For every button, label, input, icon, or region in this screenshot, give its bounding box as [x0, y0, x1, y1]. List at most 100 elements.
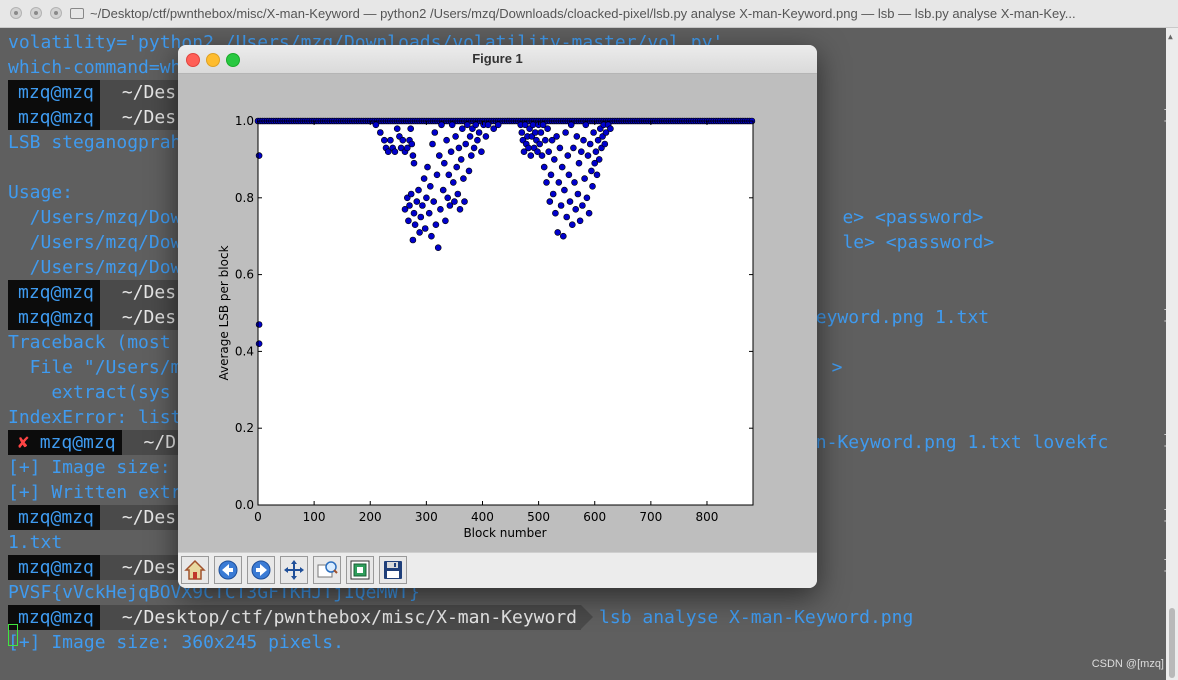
prompt-user: mzq@mzq — [8, 80, 112, 105]
forward-button[interactable] — [247, 556, 275, 584]
data-point — [546, 198, 554, 205]
data-point — [407, 190, 415, 198]
data-point — [554, 229, 562, 236]
subplots-button[interactable] — [346, 556, 374, 584]
terminal-prompt: mzq@mzq ~/Des — [8, 280, 193, 305]
zoom-rect-icon — [317, 561, 338, 578]
zoom-rect-button[interactable] — [313, 556, 341, 584]
scatter-chart: 0 100 200 300 400 500 600 700 800 0.0 0.2 0.4 0.6 0.8… — [217, 114, 756, 540]
prompt-path: ~/Des — [99, 280, 193, 305]
terminal-prompt: mzq@mzq ~/Des — [8, 105, 193, 130]
data-point — [410, 159, 418, 167]
data-point — [391, 148, 399, 155]
plot-area — [258, 121, 753, 505]
data-point — [484, 121, 492, 129]
data-point — [583, 194, 591, 202]
terminal-cursor — [8, 624, 18, 646]
data-point — [460, 175, 467, 182]
prompt-user: mzq@mzq — [8, 555, 112, 580]
y-tick-label: 1.0 — [235, 114, 254, 128]
prompt-path: ~/D — [121, 430, 192, 455]
terminal-line: extract(sys — [8, 382, 171, 403]
data-point — [580, 136, 587, 144]
x-tick-label: 600 — [583, 510, 606, 524]
data-point — [444, 194, 452, 202]
data-point — [573, 133, 581, 140]
data-point — [451, 198, 458, 205]
data-point — [430, 198, 437, 205]
data-point — [529, 121, 537, 129]
data-point — [581, 175, 588, 182]
data-point — [588, 167, 595, 175]
data-point — [556, 144, 564, 152]
x-tick-label: 100 — [303, 510, 326, 524]
data-point — [575, 159, 583, 167]
back-arrow-icon — [218, 560, 238, 580]
data-point — [482, 133, 490, 140]
data-point — [255, 340, 263, 348]
save-floppy-icon — [384, 561, 402, 579]
data-point — [571, 179, 578, 186]
data-point — [559, 232, 567, 240]
y-tick-label: 0.2 — [235, 421, 254, 435]
figure-window-title: Figure 1 — [472, 51, 523, 66]
data-point — [590, 129, 597, 136]
data-point — [437, 206, 444, 213]
close-icon[interactable] — [10, 7, 22, 19]
data-point — [435, 152, 443, 159]
data-point — [420, 175, 428, 182]
data-point — [570, 144, 577, 152]
plot-canvas[interactable]: 0 100 200 300 400 500 600 700 800 0.0 0.2 0.4 0.6 0.8… — [178, 74, 817, 552]
folder-icon — [70, 8, 84, 19]
data-point — [409, 152, 417, 159]
data-point — [470, 144, 478, 152]
data-point — [589, 183, 596, 190]
data-point — [409, 236, 417, 244]
pan-button[interactable] — [280, 556, 308, 584]
data-point — [431, 129, 439, 136]
save-button[interactable] — [379, 556, 407, 584]
data-point — [408, 140, 416, 148]
terminal-line: [+] Image size: — [8, 457, 171, 478]
terminal-scrollbar[interactable]: ▲ — [1166, 28, 1178, 680]
data-point — [410, 209, 418, 217]
data-point — [549, 190, 557, 198]
prompt-user: mzq@mzq — [8, 505, 112, 530]
y-tick-label: 0.4 — [235, 344, 254, 358]
data-point — [406, 202, 413, 209]
x-tick-label: 400 — [471, 510, 494, 524]
terminal-prompt: mzq@mzq ~/Des — [8, 505, 193, 530]
prompt-path: ~/Des — [99, 555, 193, 580]
data-point — [544, 125, 551, 133]
minimize-icon[interactable] — [30, 7, 42, 19]
data-point — [455, 144, 463, 152]
y-tick-label: 0.6 — [235, 268, 254, 282]
prompt-path: ~/Desktop/ctf/pwnthebox/misc/X-man-Keywo… — [99, 605, 594, 630]
prompt-user-text: mzq@mzq — [39, 432, 116, 453]
x-tick-label: 200 — [359, 510, 382, 524]
data-point — [427, 183, 434, 190]
data-point — [456, 206, 464, 213]
data-point — [474, 136, 481, 144]
data-point — [428, 232, 435, 240]
data-point — [527, 152, 535, 159]
back-button[interactable] — [214, 556, 242, 584]
data-point — [387, 136, 394, 144]
data-point — [577, 148, 585, 155]
error-x-icon: ✘ — [18, 432, 29, 453]
data-point — [255, 321, 263, 328]
terminal-line: Traceback (most — [8, 332, 171, 353]
data-point — [454, 190, 462, 198]
data-point — [555, 179, 563, 186]
data-point — [424, 163, 431, 171]
terminal-line: 1.txt — [8, 532, 63, 553]
zoom-icon[interactable] — [50, 7, 62, 19]
scroll-up-icon[interactable]: ▲ — [1168, 32, 1173, 41]
home-button[interactable] — [181, 556, 209, 584]
data-point — [541, 136, 549, 144]
figure-window: Figure 1 0 100 200 300 400 500 600 700 800 0.0 0.2… — [178, 45, 817, 588]
scrollbar-thumb[interactable] — [1169, 608, 1175, 678]
data-point — [561, 186, 568, 194]
data-point — [432, 221, 440, 228]
prompt-user: ✘ mzq@mzq — [8, 430, 134, 455]
